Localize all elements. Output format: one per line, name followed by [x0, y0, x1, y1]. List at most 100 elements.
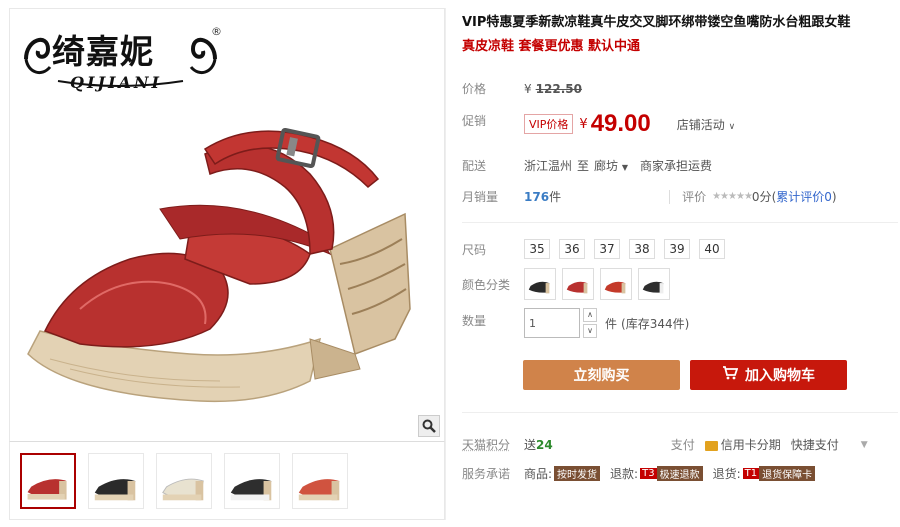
quantity-row: 数量 ∧ ∨ 件 (库存344件): [462, 308, 689, 338]
color-option-1[interactable]: [524, 268, 556, 300]
shipping-from: 浙江温州: [524, 159, 573, 173]
review-count-link[interactable]: 累计评价0: [776, 188, 832, 205]
promo-row: 促销 VIP价格 ¥ 49.00 店铺活动 ∨: [462, 110, 735, 138]
review-close-paren: ): [831, 189, 837, 204]
size-label: 尺码: [462, 242, 487, 257]
thumbnail-1[interactable]: [20, 452, 76, 509]
quick-pay-label: 快捷支付: [790, 438, 839, 452]
thumbnail-4[interactable]: [224, 452, 280, 509]
caret-down-icon: ▼: [621, 163, 629, 172]
price-currency: ¥: [524, 81, 532, 96]
magnifier-icon: [422, 419, 436, 433]
sandal-swatch-icon: [528, 281, 550, 294]
size-option-39[interactable]: 39: [664, 239, 690, 259]
service-label: 服务承诺: [462, 467, 511, 481]
sales-count: 176: [524, 189, 550, 204]
sales-label: 月销量: [462, 190, 499, 204]
rating-stars: ★★★★★: [712, 191, 753, 202]
return-t1-badge: T1: [742, 468, 760, 479]
caret-down-icon[interactable]: ▼: [861, 440, 868, 450]
color-option-3[interactable]: [600, 268, 632, 300]
buy-now-button[interactable]: 立刻购买: [523, 360, 680, 390]
destination-label: 廊坊: [594, 159, 619, 173]
quantity-stepper: ∧ ∨: [583, 308, 597, 338]
quantity-unit: 件: [605, 316, 618, 331]
shipping-label: 配送: [462, 159, 487, 173]
gallery-divider: [445, 8, 446, 520]
size-option-35[interactable]: 35: [524, 239, 550, 259]
points-value: 24: [536, 437, 553, 452]
store-activity-dropdown[interactable]: 店铺活动 ∨: [677, 116, 735, 133]
color-row: 颜色分类: [462, 268, 676, 300]
service-row: 服务承诺 商品: 按时发货 退款: T3 极速退款 退货: T1 退货保障卡: [462, 465, 816, 482]
size-option-38[interactable]: 38: [629, 239, 655, 259]
shipping-destination[interactable]: 廊坊 ▼: [594, 157, 628, 174]
sandal-thumb-icon: [298, 478, 340, 500]
sandal-swatch-icon: [566, 281, 588, 294]
credit-card-icon: [704, 440, 718, 451]
section-divider-2: [462, 412, 898, 413]
sandal-thumb-icon: [94, 478, 136, 500]
size-option-37[interactable]: 37: [594, 239, 620, 259]
points-prefix: 送: [524, 438, 537, 452]
service-refund-badge[interactable]: 极速退款: [656, 466, 703, 481]
price-row: 价格 ¥ 122.50: [462, 80, 582, 97]
color-option-2[interactable]: [562, 268, 594, 300]
size-option-40[interactable]: 40: [699, 239, 725, 259]
store-activity-label: 店铺活动: [676, 117, 725, 132]
promo-label: 促销: [462, 114, 487, 128]
pay-label: 支付: [670, 438, 695, 452]
increase-arrow-icon[interactable]: ∧: [583, 308, 597, 322]
product-subtitle: 真皮凉鞋 套餐更优惠 默认中通: [462, 39, 641, 54]
decrease-arrow-icon[interactable]: ∨: [583, 324, 597, 338]
main-product-image[interactable]: 绮嘉妮 QIJIANI ®: [9, 8, 445, 441]
stock-count: (库存344件): [621, 316, 690, 331]
cart-icon: [722, 366, 739, 384]
thumbnail-3[interactable]: [156, 452, 212, 509]
thumbnail-2[interactable]: [88, 452, 144, 509]
service-goods-badge[interactable]: 按时发货: [554, 466, 601, 481]
promo-price: 49.00: [590, 110, 651, 137]
points-label[interactable]: 天猫积分: [462, 436, 524, 453]
sandal-swatch-icon: [642, 281, 664, 294]
size-row: 尺码 35 36 37 38 39 40: [462, 239, 734, 259]
credit-card-installment[interactable]: 信用卡分期: [704, 436, 781, 453]
shipping-row: 配送 浙江温州 至 廊坊 ▼ 商家承担运费: [462, 157, 712, 174]
shipping-to-word: 至: [577, 159, 590, 173]
color-label: 颜色分类: [462, 277, 511, 292]
sandal-swatch-icon: [604, 281, 626, 294]
chevron-down-icon: ∨: [728, 121, 736, 132]
thumbnail-strip: [9, 441, 445, 520]
points-row: 天猫积分 送 24 支付 信用卡分期 快捷支付 ▼: [462, 436, 868, 453]
sandal-thumb-icon: [27, 478, 67, 500]
price-label: 价格: [462, 82, 487, 96]
sales-unit: 件: [549, 190, 562, 204]
rating-score: 0分: [751, 190, 772, 204]
size-option-36[interactable]: 36: [559, 239, 585, 259]
service-refund: 退款:: [610, 467, 639, 481]
product-title: VIP特惠夏季新款凉鞋真牛皮交叉脚环绑带镂空鱼嘴防水台粗跟女鞋: [462, 15, 851, 30]
quantity-input[interactable]: [524, 308, 580, 338]
sandal-thumb-icon: [230, 478, 272, 500]
sales-divider: [669, 189, 671, 204]
add-to-cart-button[interactable]: 加入购物车: [690, 360, 847, 390]
zoom-button[interactable]: [418, 415, 440, 437]
shipping-fee-note: 商家承担运费: [640, 159, 713, 173]
promo-currency: ¥: [579, 116, 588, 132]
service-return-badge[interactable]: 退货保障卡: [759, 466, 816, 481]
service-return: 退货:: [712, 467, 741, 481]
color-option-4[interactable]: [638, 268, 670, 300]
quantity-label: 数量: [462, 314, 487, 328]
original-price: 122.50: [535, 81, 582, 96]
sandal-thumb-icon: [162, 478, 204, 500]
thumbnail-5[interactable]: [292, 452, 348, 509]
sandal-illustration: [27, 127, 411, 403]
rating-label: 评价: [682, 190, 707, 204]
product-detail-panel: VIP特惠夏季新款凉鞋真牛皮交叉脚环绑带镂空鱼嘴防水台粗跟女鞋 真皮凉鞋 套餐更…: [462, 14, 898, 524]
buy-now-label: 立刻购买: [573, 368, 630, 384]
sales-row: 月销量 176 件 评价 ★★★★★ 0分 ( 累计评价0 ): [462, 188, 837, 205]
credit-card-label: 信用卡分期: [720, 438, 781, 452]
service-goods: 商品:: [524, 467, 553, 481]
section-divider: [462, 222, 898, 223]
vip-price-tag: VIP价格: [524, 114, 574, 134]
